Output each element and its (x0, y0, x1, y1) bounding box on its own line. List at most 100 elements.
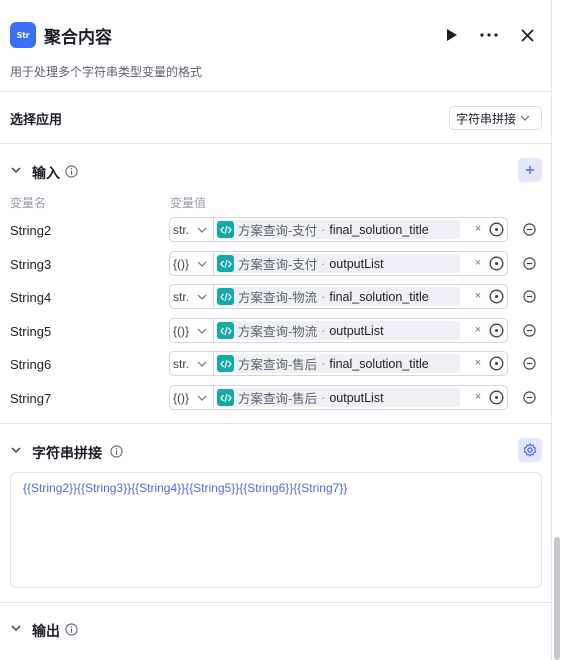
node-title[interactable]: 聚合内容 (44, 23, 112, 48)
collapse-chevron-icon[interactable] (10, 445, 22, 455)
type-select[interactable]: str. (170, 352, 214, 375)
close-icon (520, 28, 534, 42)
code-node-icon (217, 255, 234, 272)
collapse-chevron-icon[interactable] (10, 165, 22, 175)
output-section-header[interactable]: 输出 (0, 616, 552, 642)
type-select[interactable]: str. (170, 218, 214, 241)
select-reference-button[interactable] (488, 221, 505, 238)
minus-circle-icon (522, 256, 536, 270)
variable-value-field[interactable]: {()} 方案查询-支付 · outputList × (169, 251, 508, 276)
code-node-icon (217, 322, 234, 339)
variable-reference-tag[interactable]: 方案查询-售后 · outputList (216, 388, 460, 407)
template-text: {{String2}}{{String3}}{{String4}}{{Strin… (23, 481, 348, 495)
scrollbar-thumb[interactable] (554, 537, 560, 660)
select-reference-button[interactable] (488, 389, 505, 406)
minus-circle-icon (522, 289, 536, 303)
target-icon (489, 390, 504, 405)
input-section-title: 输入 (32, 165, 60, 181)
info-icon[interactable] (65, 623, 78, 636)
minus-circle-icon (522, 222, 536, 236)
input-section-header[interactable]: 输入 (0, 158, 552, 184)
section-divider (0, 602, 552, 603)
remove-variable-button[interactable] (522, 222, 536, 236)
minus-circle-icon (522, 390, 536, 404)
variable-row: String2 str. 方案查询-支付 · final_solution_titl… (0, 217, 552, 243)
concat-settings-button[interactable] (518, 438, 542, 462)
variable-reference-tag[interactable]: 方案查询-物流 · outputList (216, 321, 460, 340)
target-icon (489, 289, 504, 304)
target-icon (489, 256, 504, 271)
clear-reference-button[interactable]: × (472, 356, 484, 370)
remove-variable-button[interactable] (522, 390, 536, 404)
column-header-name: 变量名 (10, 196, 47, 210)
chevron-down-icon (197, 294, 207, 300)
remove-variable-button[interactable] (522, 356, 536, 370)
variable-name[interactable]: String6 (10, 357, 51, 372)
type-select[interactable]: {()} (170, 252, 214, 275)
output-section-title: 输出 (32, 623, 60, 639)
variable-row: String4 str. 方案查询-物流 · final_solution_titl… (0, 284, 552, 310)
minus-circle-icon (522, 356, 536, 370)
chevron-down-icon (197, 395, 207, 401)
variable-name[interactable]: String2 (10, 223, 51, 238)
variable-value-field[interactable]: str. 方案查询-售后 · final_solution_title × (169, 351, 508, 376)
minus-circle-icon (522, 323, 536, 337)
code-node-icon (217, 221, 234, 238)
remove-variable-button[interactable] (522, 256, 536, 270)
variable-value-field[interactable]: str. 方案查询-支付 · final_solution_title × (169, 217, 508, 242)
chevron-down-icon (197, 227, 207, 233)
variable-reference-tag[interactable]: 方案查询-支付 · final_solution_title (216, 220, 460, 239)
variable-name[interactable]: String4 (10, 290, 51, 305)
node-description: 用于处理多个字符串类型变量的格式 (10, 65, 203, 79)
select-reference-button[interactable] (488, 288, 505, 305)
chevron-down-icon (197, 261, 207, 267)
collapse-chevron-icon[interactable] (10, 623, 22, 633)
type-select[interactable]: {()} (170, 319, 214, 342)
variable-name[interactable]: String3 (10, 257, 51, 272)
select-reference-button[interactable] (488, 255, 505, 272)
variable-reference-tag[interactable]: 方案查询-售后 · final_solution_title (216, 354, 460, 373)
variable-reference-tag[interactable]: 方案查询-物流 · final_solution_title (216, 287, 460, 306)
info-icon[interactable] (65, 165, 78, 178)
code-node-icon (217, 389, 234, 406)
target-icon (489, 356, 504, 371)
clear-reference-button[interactable]: × (472, 256, 484, 270)
string-node-icon: Str (10, 22, 36, 48)
type-select[interactable]: {()} (170, 386, 214, 409)
variable-row: String7 {()} 方案查询-售后 · outputList × (0, 385, 552, 411)
clear-reference-button[interactable]: × (472, 289, 484, 303)
variable-name[interactable]: String7 (10, 391, 51, 406)
concat-template-editor[interactable]: {{String2}}{{String3}}{{String4}}{{Strin… (10, 472, 542, 588)
clear-reference-button[interactable]: × (472, 390, 484, 404)
clear-reference-button[interactable]: × (472, 323, 484, 337)
variable-value-field[interactable]: {()} 方案查询-售后 · outputList × (169, 385, 508, 410)
chevron-down-icon (197, 361, 207, 367)
chevron-down-icon (197, 328, 207, 334)
plus-icon (526, 166, 534, 174)
play-icon (447, 29, 457, 41)
close-button[interactable] (514, 22, 540, 48)
more-button[interactable] (476, 22, 502, 48)
add-variable-button[interactable] (518, 158, 542, 182)
variable-name[interactable]: String5 (10, 324, 51, 339)
app-select-value: 字符串拼接 (456, 111, 517, 126)
concat-section-header[interactable]: 字符串拼接 (0, 438, 552, 464)
type-select[interactable]: str. (170, 285, 214, 308)
app-select-row: 选择应用 字符串拼接 (0, 92, 552, 144)
chevron-down-icon (520, 115, 530, 121)
info-icon[interactable] (110, 445, 123, 458)
node-config-panel: Str 聚合内容 用于处理多个字符串类型变量的格式 选择应用 字符串拼接 输入 … (0, 0, 552, 660)
clear-reference-button[interactable]: × (472, 222, 484, 236)
remove-variable-button[interactable] (522, 289, 536, 303)
variable-reference-tag[interactable]: 方案查询-支付 · outputList (216, 254, 460, 273)
app-select-dropdown[interactable]: 字符串拼接 (449, 106, 542, 130)
app-select-label: 选择应用 (10, 112, 63, 127)
run-button[interactable] (439, 22, 465, 48)
concat-section-title: 字符串拼接 (32, 445, 102, 461)
panel-header: Str 聚合内容 用于处理多个字符串类型变量的格式 (0, 0, 552, 92)
select-reference-button[interactable] (488, 322, 505, 339)
remove-variable-button[interactable] (522, 323, 536, 337)
variable-value-field[interactable]: str. 方案查询-物流 · final_solution_title × (169, 284, 508, 309)
variable-value-field[interactable]: {()} 方案查询-物流 · outputList × (169, 318, 508, 343)
select-reference-button[interactable] (488, 355, 505, 372)
